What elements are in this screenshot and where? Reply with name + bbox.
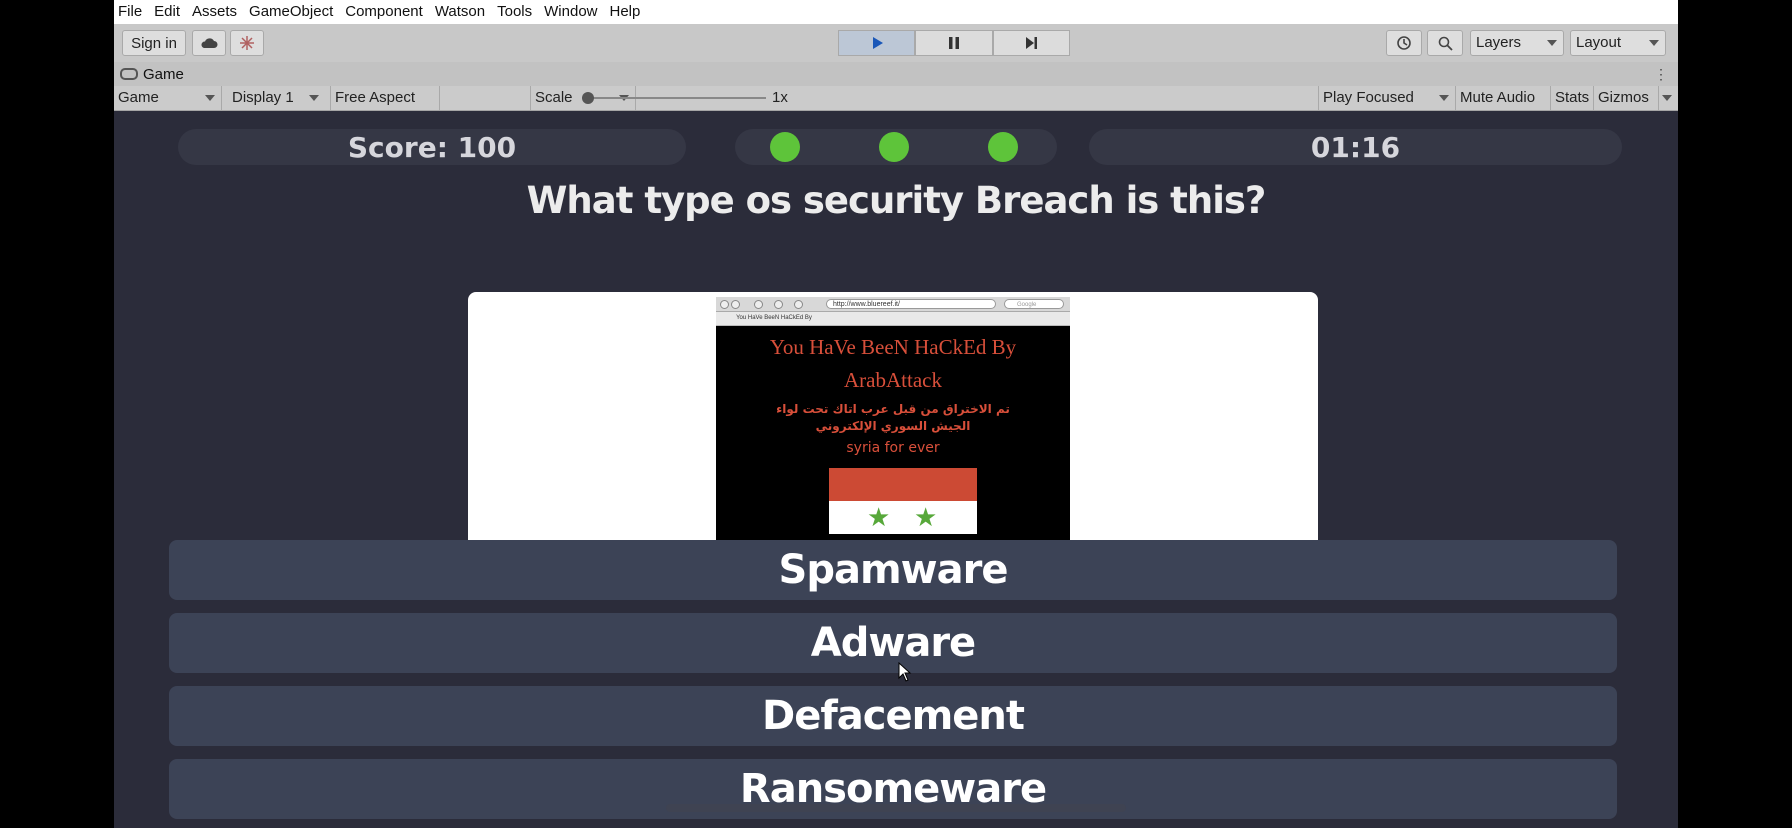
chevron-down-icon	[309, 95, 319, 101]
flag-star-icon: ★	[867, 502, 891, 532]
hacked-headline-line2: ArabAttack	[844, 368, 942, 392]
chevron-down-icon	[205, 95, 215, 101]
cloud-button[interactable]	[192, 30, 226, 56]
play-controls	[838, 30, 1070, 56]
chevron-down-icon	[1662, 95, 1672, 101]
main-toolbar: Sign in Layers Layout	[114, 24, 1678, 62]
display-dropdown-label: Display 1	[232, 89, 294, 106]
collab-button[interactable]	[230, 30, 264, 56]
search-icon	[1438, 36, 1453, 51]
menu-assets[interactable]: Assets	[186, 0, 243, 24]
cloud-icon	[201, 38, 218, 48]
lives-panel	[735, 129, 1057, 165]
syrian-flag-image: ★ ★	[829, 468, 977, 534]
answer-button-adware[interactable]: Adware	[169, 613, 1617, 673]
collab-icon	[240, 36, 254, 50]
game-view-toolbar: Game Display 1 Free Aspect Scale 1x Play…	[114, 86, 1678, 111]
answer-label: Adware	[810, 620, 976, 666]
hacked-website-screenshot: http://www.bluereef.it/ Google You HaVe …	[716, 297, 1070, 540]
scale-value: 1x	[772, 89, 788, 106]
pause-button[interactable]	[915, 30, 993, 56]
pause-icon	[948, 37, 959, 49]
tab-game[interactable]: Game	[120, 64, 184, 84]
mute-audio-toggle[interactable]: Mute Audio	[1455, 86, 1539, 110]
life-indicator	[879, 132, 909, 162]
game-tab-bar: Game ⋮	[114, 62, 1678, 86]
flag-star-icon: ★	[914, 502, 938, 532]
flag-white-band	[829, 501, 977, 534]
chevron-down-icon	[1649, 40, 1659, 46]
scale-slider-handle[interactable]	[582, 92, 594, 104]
sign-in-button[interactable]: Sign in	[122, 30, 186, 56]
history-button[interactable]	[1386, 30, 1422, 56]
menu-edit[interactable]: Edit	[148, 0, 186, 24]
layout-label: Layout	[1576, 34, 1622, 51]
answer-button-spamware[interactable]: Spamware	[169, 540, 1617, 600]
layers-dropdown[interactable]: Layers	[1470, 30, 1564, 56]
sign-in-label: Sign in	[131, 34, 177, 52]
menu-window[interactable]: Window	[538, 0, 603, 24]
hacked-headline-line1: You HaVe BeeN HaCkEd By	[769, 335, 1017, 359]
question-text: What type os security Breach is this?	[526, 179, 1267, 222]
arabic-message: تم الاختراق من قبل عرب اتاك تحت لواء الج…	[776, 402, 1010, 433]
layout-dropdown[interactable]: Layout	[1570, 30, 1666, 56]
search-button[interactable]	[1427, 30, 1463, 56]
question-image-card: http://www.bluereef.it/ Google You HaVe …	[468, 292, 1318, 540]
chevron-down-icon	[1547, 40, 1557, 46]
menubar: File Edit Assets GameObject Component Wa…	[114, 0, 1678, 24]
menu-gameobject[interactable]: GameObject	[243, 0, 339, 24]
game-view: Score: 100 01:16 What type os security B…	[114, 111, 1678, 820]
menu-help[interactable]: Help	[604, 0, 647, 24]
stats-toggle[interactable]: Stats	[1550, 86, 1593, 110]
aspect-dropdown-label: Free Aspect	[335, 89, 416, 106]
browser-search: Google	[1004, 299, 1064, 309]
chevron-down-icon	[1439, 95, 1449, 101]
menu-component[interactable]: Component	[339, 0, 429, 24]
step-icon	[1026, 37, 1038, 49]
home-icon	[794, 300, 803, 309]
menu-file[interactable]: File	[114, 0, 148, 24]
forward-icon	[731, 300, 740, 309]
play-mode-dropdown[interactable]: Play Focused	[1318, 86, 1456, 110]
gamepad-icon	[120, 68, 138, 80]
play-mode-label: Play Focused	[1323, 89, 1414, 106]
answer-button-defacement[interactable]: Defacement	[169, 686, 1617, 746]
score-panel: Score: 100	[178, 129, 686, 165]
timer-panel: 01:16	[1089, 129, 1622, 165]
scale-slider-track[interactable]	[586, 97, 766, 99]
life-indicator	[770, 132, 800, 162]
answer-label: Defacement	[762, 693, 1025, 739]
back-icon	[720, 300, 729, 309]
gizmos-toggle[interactable]: Gizmos	[1593, 86, 1653, 110]
scale-label: Scale	[530, 86, 577, 110]
view-dropdown[interactable]: Game	[114, 86, 222, 110]
life-indicator	[988, 132, 1018, 162]
more-options-icon[interactable]: ⋮	[1654, 66, 1668, 83]
menu-watson[interactable]: Watson	[429, 0, 491, 24]
flag-red-band	[829, 468, 977, 501]
menu-tools[interactable]: Tools	[491, 0, 538, 24]
layers-label: Layers	[1476, 34, 1522, 51]
play-icon	[872, 37, 883, 49]
score-text: Score: 100	[347, 130, 517, 164]
view-dropdown-label: Game	[118, 89, 159, 106]
play-button[interactable]	[838, 30, 916, 56]
tagline-text: syria for ever	[846, 440, 940, 456]
tab-game-label: Game	[143, 65, 184, 83]
reload-icon	[754, 300, 763, 309]
stop-icon	[774, 300, 783, 309]
hacked-headline: You HaVe BeeN HaCkEd By ArabAttack	[716, 331, 1070, 397]
step-button[interactable]	[992, 30, 1070, 56]
browser-tab-bar: You HaVe BeeN HaCkEd By	[716, 312, 1070, 326]
mouse-cursor-icon	[898, 662, 912, 682]
browser-toolbar: http://www.bluereef.it/ Google	[716, 297, 1070, 312]
unity-editor-window: File Edit Assets GameObject Component Wa…	[114, 0, 1678, 828]
horizontal-scrollbar[interactable]	[666, 804, 1126, 812]
answer-label: Spamware	[778, 547, 1009, 593]
url-bar: http://www.bluereef.it/	[826, 299, 996, 309]
timer-text: 01:16	[1310, 130, 1401, 164]
history-icon	[1397, 36, 1411, 50]
gizmos-dropdown[interactable]	[1658, 86, 1678, 110]
browser-tab-title: You HaVe BeeN HaCkEd By	[736, 315, 812, 321]
